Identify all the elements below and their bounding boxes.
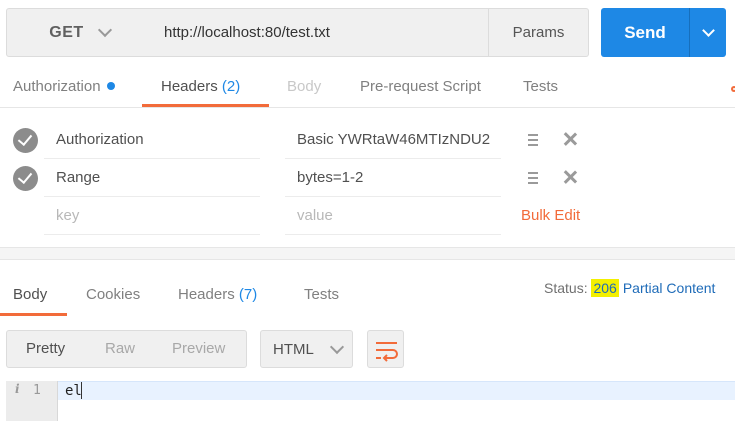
response-body-text[interactable]: el (65, 383, 82, 399)
chevron-down-icon (701, 23, 715, 37)
tab-tests[interactable]: Tests (523, 66, 558, 108)
preview-button[interactable]: Preview (172, 331, 225, 367)
format-select[interactable]: HTML (260, 330, 353, 368)
check-circle-icon[interactable] (13, 128, 38, 153)
response-tab-headers[interactable]: Headers (7) (178, 274, 257, 316)
header-key-input[interactable]: Range (44, 159, 260, 197)
header-row-new: key value Bulk Edit (0, 197, 735, 235)
close-icon[interactable] (562, 131, 578, 147)
drag-handle-icon[interactable] (528, 172, 538, 184)
chevron-down-icon (97, 22, 112, 38)
modified-dot-icon (106, 82, 115, 91)
status-label: Status: (544, 280, 588, 296)
method-select[interactable]: GET (6, 8, 153, 57)
send-button[interactable]: Send (601, 8, 689, 57)
header-value-input[interactable]: Basic YWRtaW46MTIzNDU2 (285, 121, 501, 159)
code-active-line (6, 381, 735, 400)
tab-headers[interactable]: Headers (2) (161, 66, 240, 108)
text-cursor (81, 382, 82, 399)
info-icon: i (15, 382, 20, 396)
tab-prerequest-script[interactable]: Pre-request Script (360, 66, 481, 108)
response-tab-cookies[interactable]: Cookies (86, 274, 140, 316)
tab-body[interactable]: Body (287, 66, 321, 108)
send-dropdown-button[interactable] (689, 8, 726, 57)
header-value-input[interactable]: bytes=1-2 (285, 159, 501, 197)
drag-handle-icon[interactable] (528, 134, 538, 146)
tab-authorization[interactable]: Authorization (13, 66, 115, 108)
new-header-value-input[interactable]: value (285, 197, 501, 235)
pane-divider[interactable] (0, 247, 735, 260)
active-tab-indicator (142, 104, 269, 107)
status-display: Status: 206 Partial Content (544, 279, 716, 297)
status-code: 206 (591, 279, 619, 297)
status-text: Partial Content (622, 280, 716, 296)
response-tab-tests[interactable]: Tests (304, 274, 339, 316)
url-input[interactable]: http://localhost:80/test.txt (152, 8, 489, 57)
check-circle-icon[interactable] (13, 166, 38, 191)
active-response-tab-indicator (0, 313, 67, 316)
bulk-edit-link[interactable]: Bulk Edit (521, 197, 580, 235)
chevron-down-icon (329, 339, 344, 354)
format-label: HTML (273, 340, 314, 358)
response-tab-headers-count: (7) (238, 286, 258, 303)
view-mode-group: Pretty Raw Preview (6, 330, 247, 368)
response-tab-headers-label: Headers (178, 286, 235, 303)
wrap-lines-button[interactable] (367, 330, 404, 368)
pretty-button[interactable]: Pretty (26, 331, 65, 367)
tab-headers-label: Headers (161, 78, 218, 95)
line-number: 1 (33, 383, 41, 398)
tab-headers-count: (2) (221, 78, 241, 95)
header-row: Authorization Basic YWRtaW46MTIzNDU2 (0, 121, 735, 159)
header-key-input[interactable]: Authorization (44, 121, 260, 159)
response-tab-body[interactable]: Body (13, 274, 47, 316)
new-header-key-input[interactable]: key (44, 197, 260, 235)
wrap-lines-icon (376, 342, 398, 362)
tab-authorization-label: Authorization (13, 78, 101, 95)
raw-button[interactable]: Raw (105, 331, 135, 367)
settings-icon[interactable] (731, 86, 735, 92)
header-row: Range bytes=1-2 (0, 159, 735, 197)
request-tabs: Authorization Headers (2) Body Pre-reque… (0, 66, 735, 108)
params-button[interactable]: Params (488, 8, 589, 57)
close-icon[interactable] (562, 169, 578, 185)
method-label: GET (49, 23, 84, 41)
code-gutter (6, 381, 58, 421)
